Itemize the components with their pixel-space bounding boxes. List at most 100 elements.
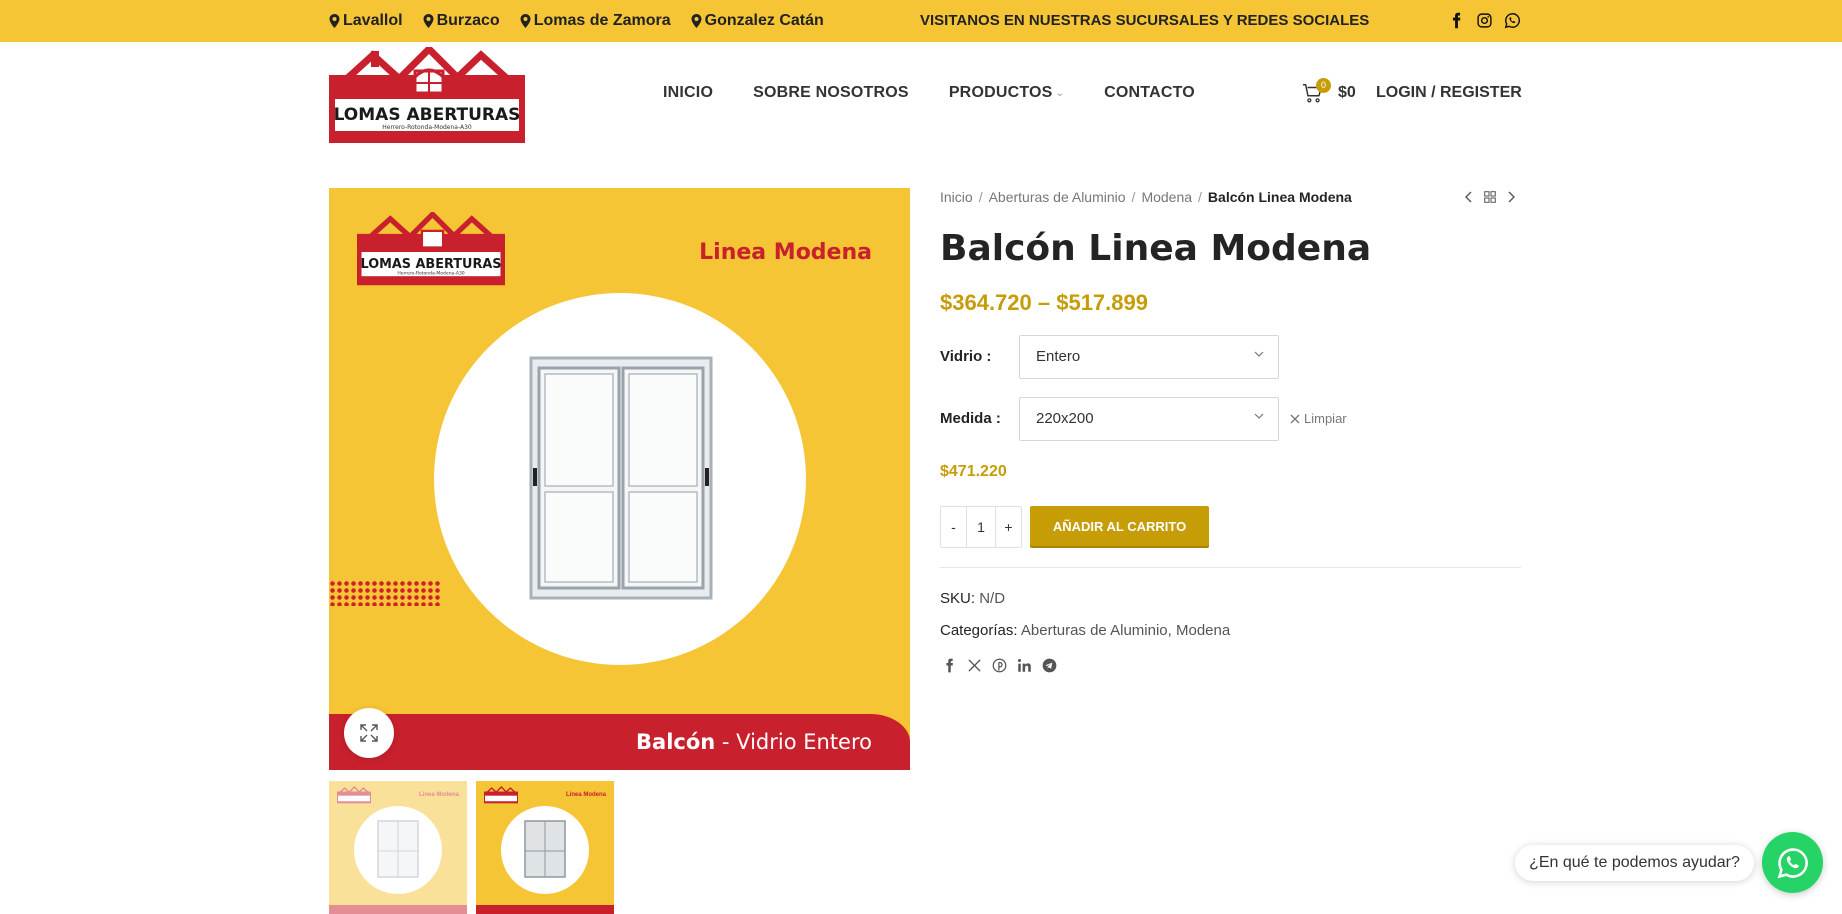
decorative-dots [329,580,441,606]
product-navigation [1462,190,1518,204]
variation-price: $471.220 [940,463,1007,480]
linkedin-icon[interactable] [1017,658,1032,673]
zoom-button[interactable] [344,708,394,758]
product-main-image[interactable]: LOMAS ABERTURAS Herrero-Rotonda-Modena-A… [329,188,910,770]
location-gonzalez-catan[interactable]: Gonzalez Catán [691,12,824,30]
x-icon[interactable] [967,658,982,673]
map-pin-icon [423,14,434,28]
cart-total: $0 [1338,84,1356,101]
breadcrumb-separator: / [978,189,983,205]
product-thumbnail-2[interactable]: Linea Modena [476,781,614,914]
instagram-icon[interactable] [1476,12,1493,29]
quantity-increase-button[interactable]: + [996,507,1021,547]
breadcrumb-aberturas[interactable]: Aberturas de Aluminio [989,189,1126,205]
top-social-links [1448,12,1521,29]
map-pin-icon [691,14,702,28]
location-burzaco[interactable]: Burzaco [423,12,500,30]
svg-text:LOMAS ABERTURAS: LOMAS ABERTURAS [360,257,501,272]
whatsapp-icon[interactable] [1504,12,1521,29]
medida-select[interactable]: 220x200 [1019,397,1279,441]
grid-icon [1484,191,1496,203]
location-label: Lomas de Zamora [533,12,671,29]
categories-row: Categorías: Aberturas de Aluminio, Moden… [940,622,1231,639]
nav-label: CONTACTO [1104,84,1195,101]
location-lomas-de-zamora[interactable]: Lomas de Zamora [520,12,671,30]
product-image-line-label: Linea Modena [699,240,872,265]
location-lavallol[interactable]: Lavallol [329,12,403,30]
site-logo[interactable]: LOMAS ABERTURAS Herrero-Rotonda-Modena-A… [329,47,525,143]
quantity-input[interactable]: 1 [966,507,996,547]
product-price-range: $364.720 – $517.899 [940,290,1148,315]
variation-label-vidrio: Vidrio : [940,348,992,365]
thumbnail-banner [476,905,614,914]
login-register-link[interactable]: LOGIN / REGISTER [1376,84,1522,102]
clear-variations-link[interactable]: Limpiar [1290,411,1347,426]
whatsapp-icon [1777,847,1808,878]
previous-product-button[interactable] [1462,190,1474,204]
banner-rest-text: - Vidrio Entero [715,730,872,754]
product-thumbnail-1[interactable]: Linea Modena [329,781,467,914]
breadcrumb-inicio[interactable]: Inicio [940,189,973,205]
svg-text:Herrero-Rotonda-Modena-A30: Herrero-Rotonda-Modena-A30 [397,271,464,277]
nav-productos[interactable]: PRODUCTOS ⌄ [949,84,1064,102]
breadcrumb-separator: / [1198,189,1202,205]
vidrio-select[interactable]: Entero [1019,335,1279,379]
category-link[interactable]: Aberturas de Aluminio [1021,622,1168,639]
product-image-logo: LOMAS ABERTURAS Herrero-Rotonda-Modena-A… [357,212,505,286]
vidrio-select-value: Entero [1036,348,1081,365]
banner-bold-text: Balcón [636,730,716,754]
chevron-down-icon: ⌄ [1055,87,1065,99]
thumbnail-window [377,820,419,878]
nav-inicio[interactable]: INICIO [663,84,713,102]
breadcrumb-modena[interactable]: Modena [1141,189,1192,205]
chevron-left-icon [1465,191,1472,203]
nav-label: PRODUCTOS [948,84,1053,101]
cart-button[interactable]: 0 $0 [1302,78,1356,104]
pinterest-icon[interactable] [992,658,1007,673]
chevron-right-icon [1508,191,1515,203]
cart-count-badge: 0 [1316,78,1331,93]
whatsapp-chat-button[interactable] [1762,832,1823,893]
sku-value: N/D [979,590,1006,607]
location-label: Lavallol [343,12,403,29]
all-products-button[interactable] [1484,190,1496,204]
location-label: Gonzalez Catán [704,12,824,29]
map-pin-icon [520,14,531,28]
categories-label: Categorías: [940,622,1018,639]
svg-text:Herrero-Rotonda-Modena-A30: Herrero-Rotonda-Modena-A30 [382,124,472,131]
product-image-banner-text: Balcón - Vidrio Entero [636,730,872,754]
medida-select-value: 220x200 [1036,410,1094,427]
thumbnail-line-label: Linea Modena [418,792,459,798]
main-nav: INICIO SOBRE NOSOTROS PRODUCTOS ⌄ CONTACT… [663,84,1195,102]
top-bar: Lavallol Burzaco Lomas de Zamora Gonzale… [0,0,1842,42]
thumbnail-logo [337,786,371,804]
breadcrumb-current: Balcón Linea Modena [1207,189,1352,205]
facebook-icon[interactable] [942,658,957,673]
sku-label: SKU: [940,590,976,607]
telegram-icon[interactable] [1042,658,1057,673]
chevron-down-icon [1254,413,1264,419]
thumbnail-line-label: Linea Modena [565,792,606,798]
map-pin-icon [329,14,340,28]
category-link[interactable]: Modena [1176,622,1230,639]
quantity-decrease-button[interactable]: - [941,507,966,547]
breadcrumb-separator: / [1131,189,1136,205]
expand-icon [360,724,378,742]
variation-label-medida: Medida : [940,410,1001,427]
clear-label: Limpiar [1304,411,1347,426]
facebook-icon[interactable] [1448,12,1465,29]
nav-contacto[interactable]: CONTACTO [1104,84,1195,102]
nav-label: SOBRE NOSOTROS [753,84,909,101]
quantity-stepper: - 1 + [940,506,1022,548]
add-to-cart-button[interactable]: AÑADIR AL CARRITO [1030,506,1209,548]
chevron-down-icon [1254,351,1264,357]
divider [940,567,1521,568]
sku-row: SKU: N/D [940,590,1005,607]
product-image-banner: Balcón - Vidrio Entero [329,714,910,770]
product-title: Balcón Linea Modena [940,228,1372,269]
nav-sobre-nosotros[interactable]: SOBRE NOSOTROS [753,84,909,102]
top-bar-message: VISITANOS EN NUESTRAS SUCURSALES Y REDES… [920,12,1370,29]
next-product-button[interactable] [1506,190,1518,204]
nav-label: INICIO [663,84,714,101]
whatsapp-chat-bubble[interactable]: ¿En qué te podemos ayudar? [1515,845,1754,881]
